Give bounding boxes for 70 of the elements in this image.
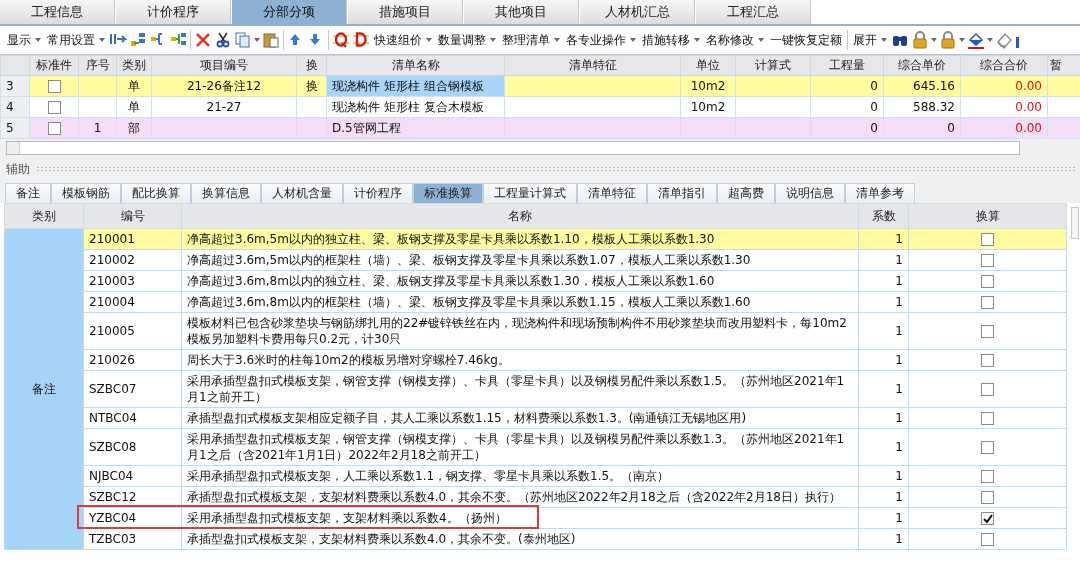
column-header: 类别 xyxy=(4,203,84,229)
table-cell: 净高超过3.6m,8m以内的独立柱、梁、板钢支撑及零星卡具乘以系数1.30，模板人工乘以系数1.60 xyxy=(181,270,859,292)
table-cell: 采用承插型盘扣式模板支架，钢管支撑（钢模支撑）、卡具（零星卡具）以及钢模另配件乘以系数1.3。（苏州地区2021年1月1之后（含2021年1月1日）2022年2月18之前开工） xyxy=(181,428,859,466)
menu-button[interactable]: 整理清单 xyxy=(502,31,550,49)
column-header: 换算 xyxy=(908,203,1067,229)
column-header: 暂 xyxy=(1047,55,1080,76)
menu-button[interactable]: 措施转移 xyxy=(642,31,690,49)
tab[interactable]: 清单参考 xyxy=(845,183,915,203)
column-header: 项目编号 xyxy=(151,55,297,76)
table-cell: 周长大于3.6米时的柱每10m2的模板另增对穿螺栓7.46kg。 xyxy=(181,349,859,371)
column-header: 换 xyxy=(296,55,327,76)
table-cell: 承插型盘扣式模板支架，支架材料费乘以系数4.0，其余不变。(泰州地区) xyxy=(181,528,859,550)
column-header: 计算式 xyxy=(735,55,811,76)
table-cell: 承插型盘扣式模板支架相应定额子目，其人工乘以系数1.15，材料费乘以系数1.3。(南通镇江无锡地区用) xyxy=(181,407,859,429)
tab[interactable]: 工程量计算式 xyxy=(483,183,577,203)
table-cell: 采用承插型盘扣式模板支架，钢管支撑（钢模支撑）、卡具（零星卡具）以及钢模另配件乘以系数1.5。（苏州地区2021年1月1之前开工） xyxy=(181,370,859,408)
column-header: 清单特征 xyxy=(504,55,681,76)
tab[interactable]: 清单特征 xyxy=(577,183,647,203)
tab[interactable]: 备注 xyxy=(5,183,51,203)
row-number: 5 xyxy=(0,117,30,139)
menu-button[interactable]: 名称修改 xyxy=(706,31,754,49)
row-number: 3 xyxy=(0,75,30,97)
table-cell: SZBC08 xyxy=(83,428,182,466)
tab[interactable]: 清单指引 xyxy=(647,183,717,203)
table-cell: 模板材料已包含砂浆垫块与钢筋绑扎用的22#镀锌铁丝在内，现浇构件和现场预制构件不用砂浆垫块而改用塑料卡，每10m2模板另加塑料卡费用每只0.2元，计30只 xyxy=(181,312,859,350)
panel-title: 辅助 xyxy=(6,160,30,178)
column-header: 类别 xyxy=(116,55,152,76)
tab[interactable]: 人材机含量 xyxy=(261,183,343,203)
tab[interactable]: 超高费 xyxy=(717,183,775,203)
column-header: 序号 xyxy=(78,55,117,76)
tab[interactable]: 标准换算 xyxy=(413,183,483,203)
table-cell: 210005 xyxy=(83,312,182,350)
table-cell: SZBC07 xyxy=(83,370,182,408)
tab[interactable]: 工程信息 xyxy=(0,0,115,24)
tab[interactable]: 配比换算 xyxy=(121,183,191,203)
tab[interactable]: 说明信息 xyxy=(775,183,845,203)
tab[interactable]: 人材机汇总 xyxy=(580,0,695,24)
menu-button[interactable]: 展开 xyxy=(853,31,877,49)
column-header: 综合单价 xyxy=(883,55,961,76)
table-cell: 备注 xyxy=(4,228,84,550)
table-cell: 采用承插型盘扣式模板支架，人工乘以系数1.1，钢支撑、零星卡具乘以系数1.5。（南京） xyxy=(181,465,859,487)
table-cell: 净高超过3.6m,5m以内的独立柱、梁、板钢支撑及零星卡具乘以系数1.10，模板人工乘以系数1.30 xyxy=(181,228,859,250)
column-header: 编号 xyxy=(83,203,182,229)
column-header: 名称 xyxy=(181,203,859,229)
tab[interactable]: 工程汇总 xyxy=(696,0,811,24)
column-header: 综合合价 xyxy=(960,55,1048,76)
table-cell: 净高超过3.6m,5m以内的框架柱（墙）、梁、板钢支撑及零星卡具乘以系数1.07，模板人工乘以系数1.30 xyxy=(181,249,859,271)
column-header: 清单名称 xyxy=(326,55,505,76)
menu-button[interactable]: 数量调整 xyxy=(438,31,486,49)
table-cell: 1 xyxy=(858,312,909,350)
table-cell: 净高超过3.6m,8m以内的框架柱（墙）、梁、板钢支撑及零星卡具乘以系数1.15，模板人工乘以系数1.60 xyxy=(181,291,859,313)
tab[interactable]: 计价程序 xyxy=(116,0,231,24)
column-header: 系数 xyxy=(858,203,909,229)
tab[interactable]: 换算信息 xyxy=(191,183,261,203)
menu-button[interactable]: 各专业操作 xyxy=(566,31,626,49)
tab[interactable]: 模板钢筋 xyxy=(51,183,121,203)
column-header: 标准件 xyxy=(29,55,79,76)
row-number: 4 xyxy=(0,96,30,118)
tab[interactable]: 措施项目 xyxy=(348,0,463,24)
column-header: 工程量 xyxy=(810,55,884,76)
tab[interactable]: 其他项目 xyxy=(464,0,579,24)
table-cell: 1 xyxy=(858,428,909,466)
menu-button[interactable]: 常用设置 xyxy=(47,31,95,49)
column-header: 单位 xyxy=(680,55,736,76)
tab[interactable]: 计价程序 xyxy=(343,183,413,203)
menu-button[interactable]: 显示 xyxy=(7,31,31,49)
table-cell: 1 xyxy=(858,370,909,408)
menu-button[interactable]: 一键恢复定额 xyxy=(770,31,842,49)
tab[interactable]: 分部分项 xyxy=(232,0,347,24)
menu-button[interactable]: 快速组价 xyxy=(374,31,422,49)
